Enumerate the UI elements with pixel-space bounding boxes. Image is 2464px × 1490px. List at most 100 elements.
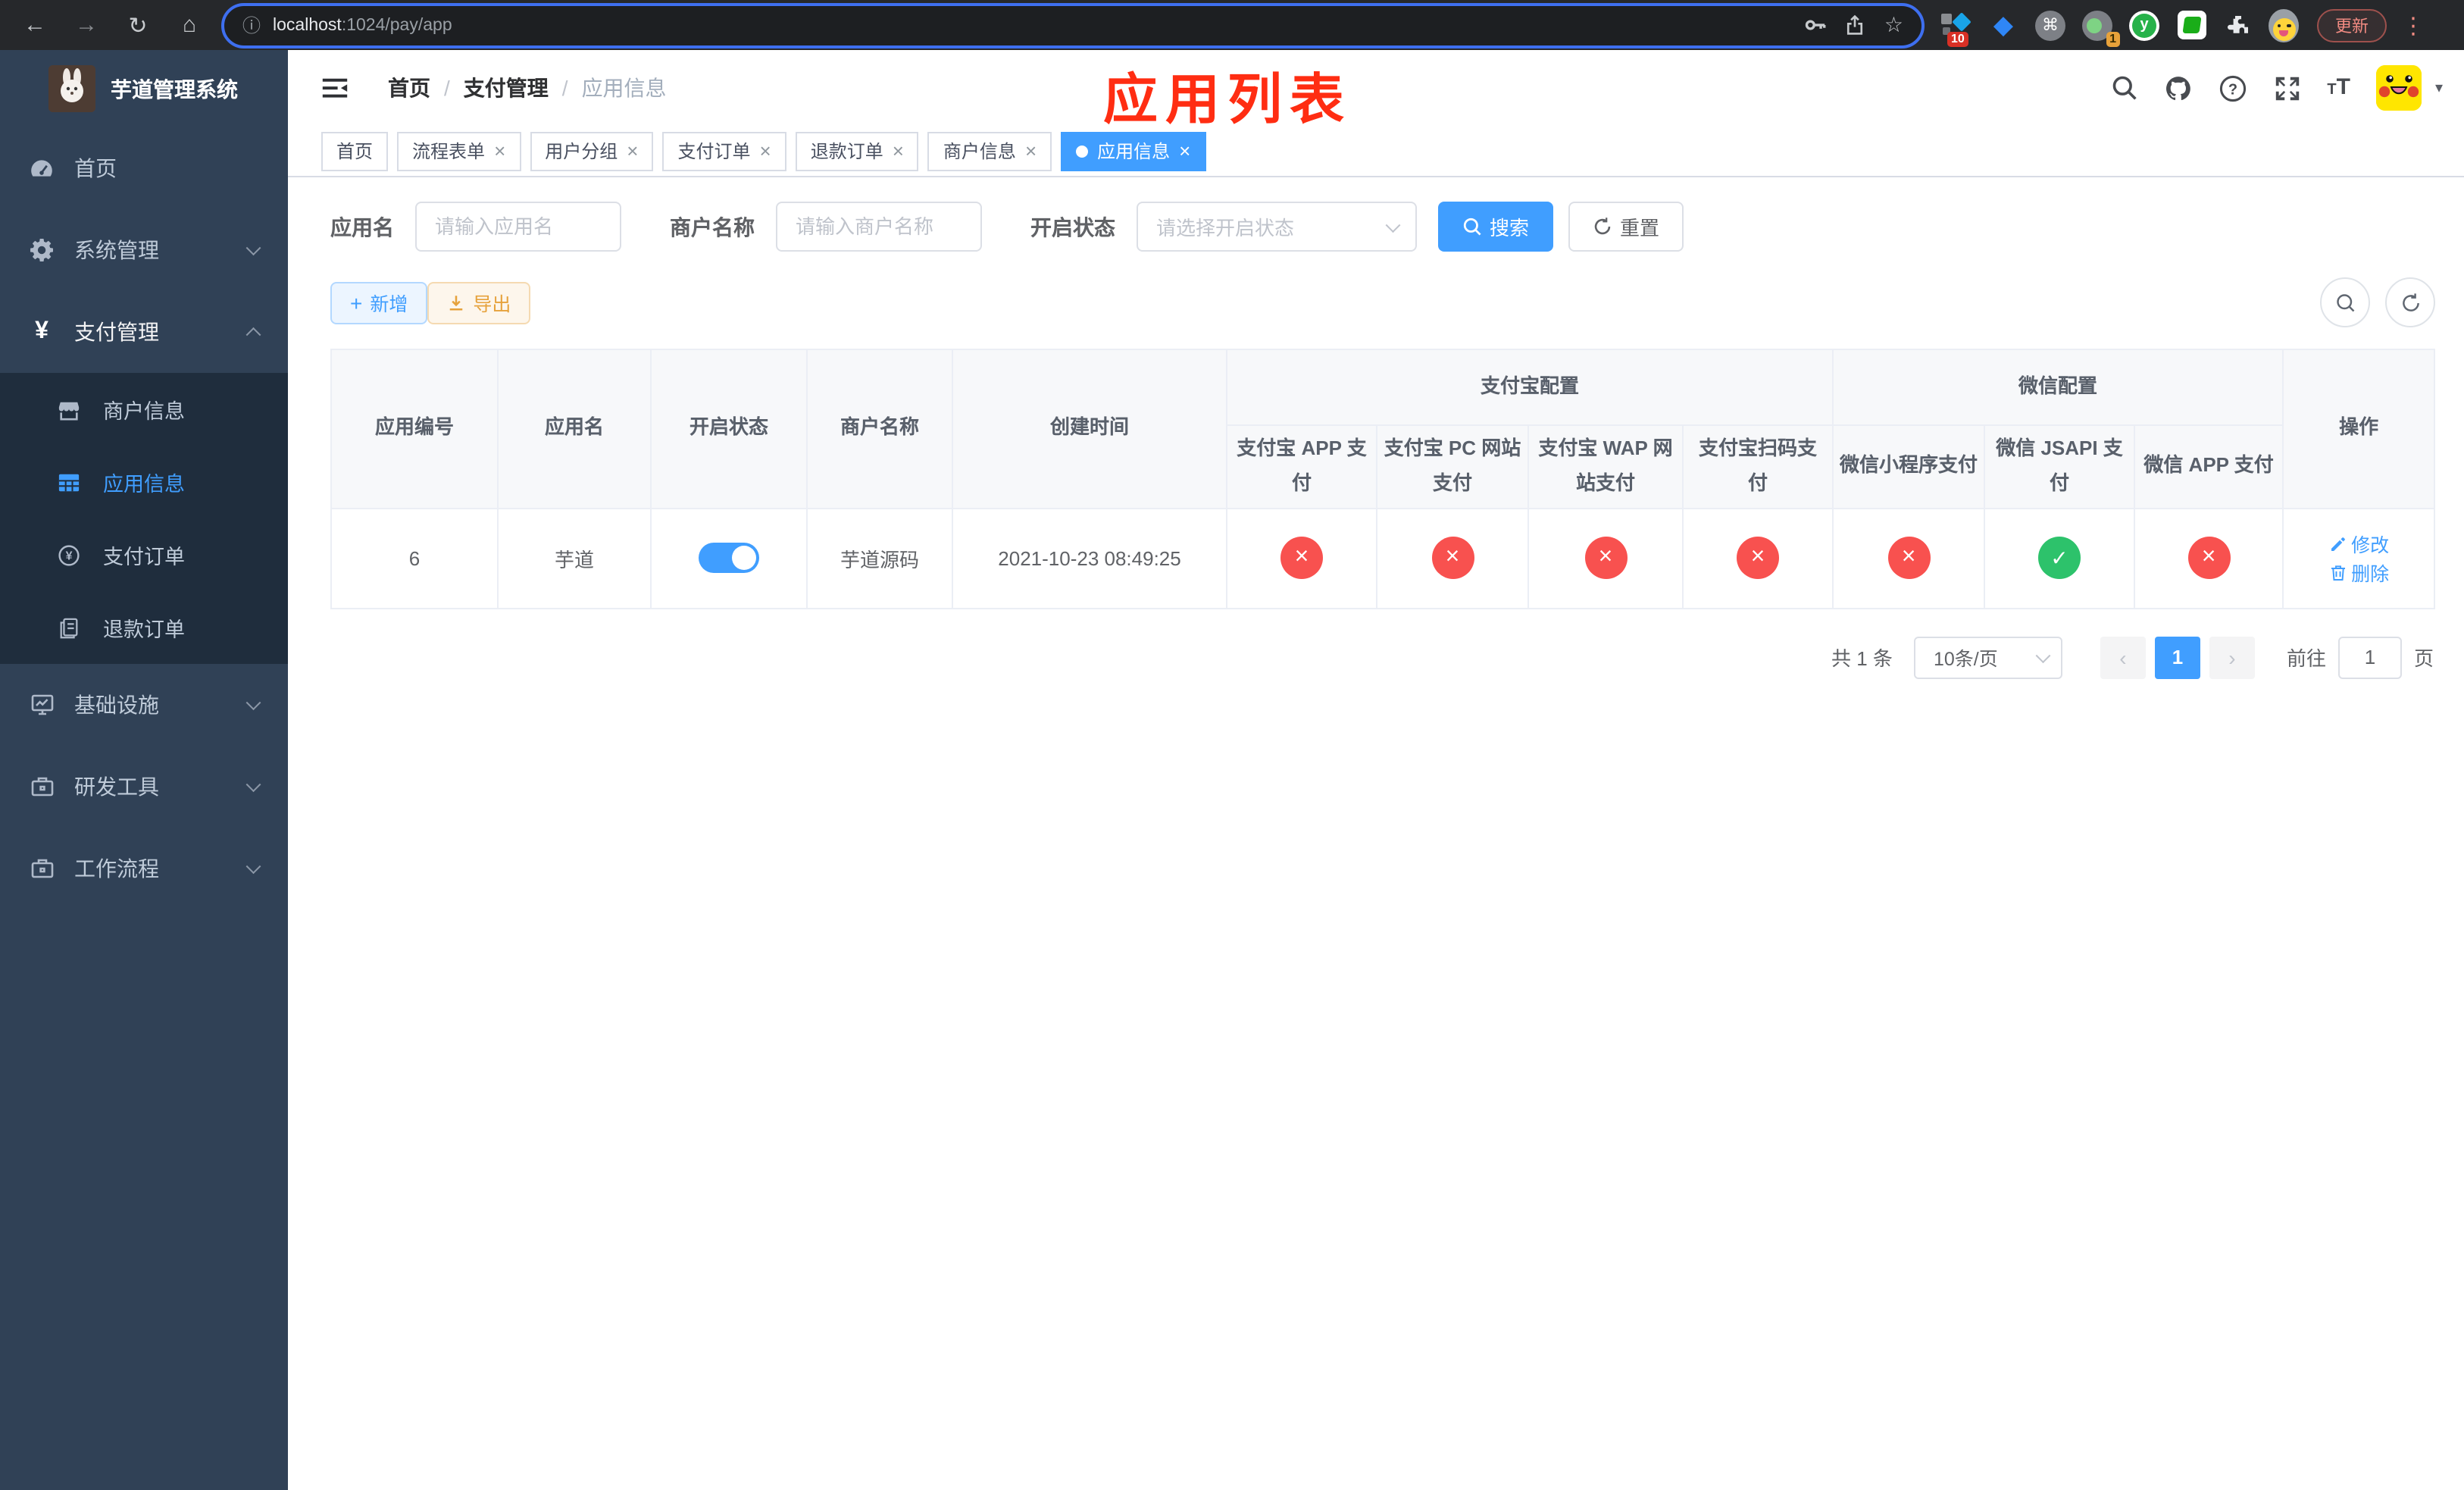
add-button[interactable]: + 新增: [330, 281, 428, 324]
close-icon[interactable]: ×: [494, 141, 505, 161]
store-icon: [58, 398, 80, 421]
browser-forward-icon[interactable]: →: [70, 8, 103, 42]
extension-recorder-icon[interactable]: 1: [2081, 8, 2120, 46]
password-key-icon[interactable]: [1804, 14, 1827, 36]
show-search-button[interactable]: [2320, 277, 2370, 327]
sidebar-item-home[interactable]: 首页: [0, 127, 288, 209]
tab-process-form[interactable]: 流程表单 ×: [397, 131, 521, 171]
chevron-up-icon: [245, 327, 260, 343]
fullscreen-icon[interactable]: [2272, 74, 2301, 102]
search-icon[interactable]: [2110, 74, 2137, 102]
app-table: 应用编号 应用名 开启状态 商户名称 创建时间 支付宝配置 微信配置 操作 支付…: [330, 349, 2436, 609]
refresh-icon: [2402, 293, 2419, 311]
browser-reload-icon[interactable]: ↻: [121, 8, 155, 42]
tab-app-info[interactable]: 应用信息 ×: [1061, 131, 1206, 171]
github-icon[interactable]: [2163, 74, 2192, 102]
merchant-name-label: 商户名称: [670, 214, 755, 239]
tab-refund-order[interactable]: 退款订单 ×: [795, 131, 919, 171]
pagination-total: 共 1 条: [1831, 647, 1893, 670]
extensions-puzzle-icon[interactable]: [2222, 8, 2255, 42]
extension-command-icon[interactable]: ⌘: [2034, 8, 2067, 42]
chevron-down-icon: [245, 859, 260, 874]
site-info-icon[interactable]: ⓘ: [242, 12, 261, 38]
col-header-alipay-pc: 支付宝 PC 网站支付: [1376, 424, 1529, 509]
tab-home[interactable]: 首页: [321, 131, 389, 171]
extension-blocks-icon[interactable]: 10: [1940, 8, 1973, 46]
sidebar-item-dev-tools[interactable]: 研发工具: [0, 746, 288, 828]
breadcrumb-home[interactable]: 首页: [388, 73, 430, 103]
breadcrumb-payment[interactable]: 支付管理: [464, 73, 549, 103]
status-icon-wechat-app: ×: [2187, 537, 2231, 579]
sidebar-item-system[interactable]: 系统管理: [0, 209, 288, 291]
extension-y-icon[interactable]: y: [2128, 8, 2161, 42]
help-icon[interactable]: ?: [2218, 74, 2247, 102]
font-size-icon[interactable]: TT: [2327, 74, 2350, 102]
page-number-active[interactable]: 1: [2154, 636, 2200, 678]
app-logo-row[interactable]: 芋道管理系统: [0, 50, 288, 127]
prev-page-button[interactable]: ‹: [2100, 636, 2146, 678]
browser-menu-icon[interactable]: ⋮: [2402, 11, 2425, 39]
status-icon-alipay-wap: ×: [1584, 537, 1627, 579]
refund-doc-icon: [58, 616, 80, 639]
page-size-select[interactable]: 10条/页: [1913, 636, 2062, 678]
avatar-caret-icon[interactable]: ▾: [2435, 80, 2443, 96]
close-icon[interactable]: ×: [893, 141, 904, 161]
col-group-wechat: 微信配置: [1832, 349, 2284, 426]
edit-button[interactable]: 修改: [2328, 529, 2389, 558]
search-button[interactable]: 搜索: [1438, 202, 1554, 252]
cell-app-id: 6: [330, 507, 499, 609]
col-header-operations: 操作: [2282, 349, 2436, 509]
sidebar-item-pay-order[interactable]: ¥ 支付订单: [0, 518, 288, 591]
col-header-alipay-app: 支付宝 APP 支付: [1226, 424, 1377, 509]
refresh-button[interactable]: [2385, 277, 2435, 327]
extension-emoji-icon[interactable]: [2269, 8, 2299, 42]
sidebar-item-refund-order[interactable]: 退款订单: [0, 591, 288, 664]
extension-gem-icon[interactable]: ◆: [1987, 8, 2020, 42]
col-header-created: 创建时间: [952, 349, 1227, 509]
chevron-down-icon: [245, 695, 260, 710]
user-avatar[interactable]: [2375, 65, 2422, 111]
goto-page-input[interactable]: [2337, 636, 2402, 678]
grid-icon: [58, 471, 80, 493]
close-icon[interactable]: ×: [1025, 141, 1037, 161]
col-header-alipay-wap: 支付宝 WAP 网站支付: [1527, 424, 1684, 509]
close-icon[interactable]: ×: [627, 141, 638, 161]
sidebar-collapse-icon[interactable]: [321, 74, 349, 102]
delete-button[interactable]: 删除: [2328, 558, 2389, 587]
col-header-status: 开启状态: [650, 349, 808, 509]
sidebar-item-label: 支付订单: [103, 546, 185, 568]
close-icon[interactable]: ×: [1179, 141, 1190, 161]
sidebar-item-merchant-info[interactable]: 商户信息: [0, 373, 288, 446]
chevron-down-icon: [245, 777, 260, 792]
bookmark-star-icon[interactable]: ☆: [1884, 12, 1903, 38]
extension-badge: 10: [1947, 31, 1968, 46]
status-select[interactable]: 请选择开启状态: [1137, 202, 1417, 252]
browser-home-icon[interactable]: ⌂: [173, 8, 206, 42]
breadcrumb-separator: /: [561, 76, 568, 100]
app-logo: [48, 65, 95, 112]
tab-user-group[interactable]: 用户分组 ×: [530, 131, 654, 171]
reset-button[interactable]: 重置: [1568, 202, 1684, 252]
tab-pay-order[interactable]: 支付订单 ×: [662, 131, 786, 171]
extension-chat-icon[interactable]: [2175, 8, 2208, 42]
sidebar-item-workflow[interactable]: 工作流程: [0, 828, 288, 909]
refresh-icon: [1594, 218, 1611, 235]
status-icon-wechat-jsapi: ✓: [2038, 537, 2081, 579]
merchant-name-input[interactable]: [776, 202, 982, 252]
status-toggle[interactable]: [699, 543, 759, 573]
goto-unit-label: 页: [2413, 647, 2434, 670]
close-icon[interactable]: ×: [760, 141, 771, 161]
browser-update-button[interactable]: 更新: [2317, 8, 2387, 42]
app-name-input[interactable]: [415, 202, 621, 252]
url-bar[interactable]: ⓘ localhost:1024/pay/app ☆: [221, 2, 1925, 48]
col-group-alipay: 支付宝配置: [1225, 349, 1834, 426]
tab-merchant-info[interactable]: 商户信息 ×: [927, 131, 1052, 171]
sidebar-item-app-info[interactable]: 应用信息: [0, 446, 288, 518]
export-button[interactable]: 导出: [427, 281, 531, 324]
sidebar-item-infrastructure[interactable]: 基础设施: [0, 664, 288, 746]
next-page-button[interactable]: ›: [2209, 636, 2255, 678]
download-icon: [450, 295, 463, 310]
sidebar-item-payment[interactable]: ¥ 支付管理: [0, 291, 288, 373]
browser-back-icon[interactable]: ←: [18, 8, 52, 42]
share-icon[interactable]: [1845, 14, 1866, 36]
